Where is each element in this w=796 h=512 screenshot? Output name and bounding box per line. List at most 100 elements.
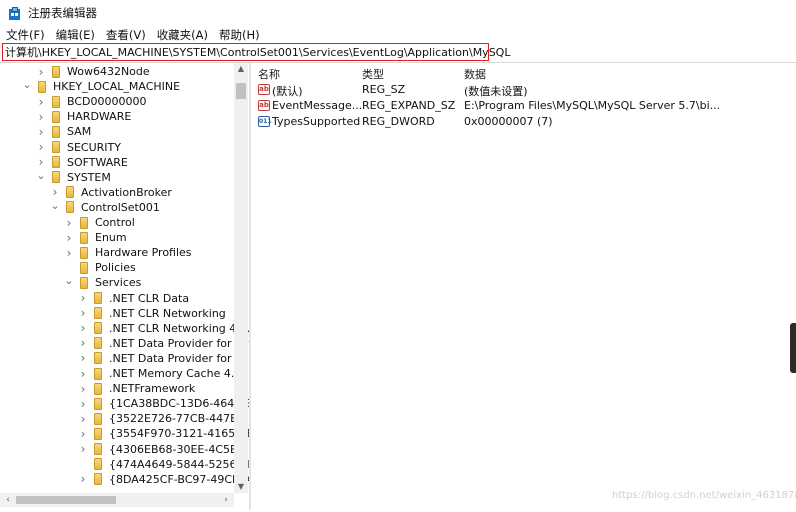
- string-value-icon: ab: [258, 84, 270, 95]
- tree-item-label: HARDWARE: [67, 110, 132, 124]
- value-data: 0x00000007 (7): [464, 115, 553, 128]
- folder-icon: [38, 80, 46, 93]
- tree-item[interactable]: › .NET CLR Networking: [78, 306, 226, 321]
- chevron-right-icon[interactable]: ›: [78, 351, 88, 366]
- tree-item[interactable]: › .NET CLR Networking 4.0.0: [78, 321, 249, 336]
- tree-item-label: Wow6432Node: [67, 65, 150, 78]
- chevron-right-icon[interactable]: ›: [78, 381, 88, 396]
- address-bar[interactable]: 计算机\HKEY_LOCAL_MACHINE\SYSTEM\ControlSet…: [2, 43, 510, 61]
- chevron-right-icon[interactable]: ›: [78, 291, 88, 306]
- chevron-right-icon[interactable]: ›: [36, 109, 46, 124]
- tree-item[interactable]: {474A4649-5844-5256-4B: [78, 457, 249, 472]
- chevron-right-icon[interactable]: ›: [64, 245, 74, 260]
- tree-item[interactable]: › {8DA425CF-BC97-49CB-AC: [78, 472, 249, 487]
- chevron-right-icon[interactable]: ›: [64, 215, 74, 230]
- chevron-right-icon[interactable]: ›: [78, 336, 88, 351]
- menu-edit[interactable]: 编辑(E): [56, 27, 95, 43]
- scroll-thumb[interactable]: [236, 83, 246, 99]
- tree-item[interactable]: › {1CA38BDC-13D6-4645-BI: [78, 396, 249, 411]
- tree-item[interactable]: › .NET Data Provider for Ora: [78, 336, 249, 351]
- tree-item[interactable]: › {3554F970-3121-4165-AE: [78, 426, 249, 441]
- chevron-right-icon[interactable]: ›: [36, 140, 46, 155]
- tree-item[interactable]: › .NET Data Provider for Sql: [78, 351, 249, 366]
- column-header-data[interactable]: 数据: [464, 66, 486, 82]
- folder-icon: [94, 458, 102, 471]
- value-name: TypesSupported: [272, 115, 361, 128]
- tree-item-label: SYSTEM: [67, 170, 111, 184]
- tree-item[interactable]: › .NET CLR Data: [78, 291, 190, 306]
- column-header-name[interactable]: 名称: [258, 66, 280, 82]
- scroll-right-icon[interactable]: ›: [220, 493, 232, 507]
- string-value-icon: ab: [258, 100, 270, 111]
- value-data: (数值未设置): [464, 85, 528, 98]
- tree-vertical-scrollbar[interactable]: ▲ ▼: [234, 63, 248, 493]
- tree-item[interactable]: › Control: [64, 215, 135, 230]
- scroll-left-icon[interactable]: ‹: [2, 493, 14, 507]
- address-path[interactable]: 计算机\HKEY_LOCAL_MACHINE\SYSTEM\ControlSet…: [5, 44, 510, 60]
- key-tree[interactable]: › Wow6432Node ⌄ HKEY_LOCAL_MACHINE › BCD00000…: [0, 63, 249, 508]
- tree-horizontal-scrollbar[interactable]: ‹ ›: [0, 493, 234, 507]
- tree-item[interactable]: Policies: [64, 260, 136, 275]
- tree-item[interactable]: › {3522E726-77CB-447B-9A: [78, 411, 249, 426]
- chevron-down-icon[interactable]: ⌄: [64, 273, 74, 288]
- folder-icon: [52, 171, 60, 184]
- tree-item[interactable]: ⌄ ControlSet001: [50, 198, 159, 215]
- tree-item[interactable]: › {4306EB68-30EE-4C5B-9EE: [78, 442, 249, 457]
- chevron-right-icon[interactable]: ›: [78, 366, 88, 381]
- chevron-right-icon[interactable]: ›: [36, 64, 46, 79]
- tree-item[interactable]: ⌄ SYSTEM: [36, 168, 111, 185]
- tree-item[interactable]: › .NETFramework: [78, 381, 196, 396]
- tree-item[interactable]: ⌄ Services: [64, 273, 141, 290]
- folder-icon: [94, 292, 102, 304]
- chevron-right-icon[interactable]: ›: [78, 396, 88, 411]
- tree-item-label: {8DA425CF-BC97-49CB-AC: [109, 472, 249, 486]
- folder-icon: [52, 156, 60, 169]
- tree-item[interactable]: › BCD00000000: [36, 94, 147, 109]
- tree-item[interactable]: › .NET Memory Cache 4.0: [78, 366, 242, 381]
- tree-item[interactable]: › SOFTWARE: [36, 155, 128, 170]
- value-row[interactable]: 011 TypesSupported REG_DWORD 0x00000007 …: [252, 114, 796, 130]
- tree-item[interactable]: › SECURITY: [36, 140, 121, 155]
- chevron-down-icon[interactable]: ⌄: [50, 198, 60, 213]
- chevron-right-icon[interactable]: ›: [36, 124, 46, 139]
- menu-bar: 文件(F) 编辑(E) 查看(V) 收藏夹(A) 帮助(H): [0, 26, 796, 44]
- chevron-right-icon[interactable]: ›: [78, 426, 88, 441]
- menu-favorites[interactable]: 收藏夹(A): [157, 27, 208, 43]
- folder-icon: [94, 427, 102, 440]
- pane-splitter[interactable]: [249, 63, 251, 510]
- tree-item-label: {3554F970-3121-4165-AE: [109, 427, 249, 441]
- chevron-right-icon[interactable]: ›: [78, 321, 88, 336]
- tree-item[interactable]: › ActivationBroker: [50, 185, 172, 200]
- tree-item[interactable]: › HARDWARE: [36, 109, 132, 124]
- scroll-up-icon[interactable]: ▲: [234, 63, 248, 75]
- chevron-right-icon[interactable]: ›: [64, 230, 74, 245]
- tree-item[interactable]: › Wow6432Node: [36, 64, 150, 79]
- menu-file[interactable]: 文件(F): [6, 27, 45, 43]
- watermark: https://blog.csdn.net/weixin_46318781: [612, 490, 796, 501]
- chevron-right-icon[interactable]: ›: [78, 411, 88, 426]
- chevron-right-icon[interactable]: ›: [36, 94, 46, 109]
- tree-item-label: BCD00000000: [67, 95, 147, 109]
- folder-icon: [94, 397, 102, 410]
- chevron-right-icon[interactable]: ›: [78, 472, 88, 487]
- value-row[interactable]: ab EventMessage... REG_EXPAND_SZ E:\Prog…: [252, 98, 796, 114]
- value-row[interactable]: ab (默认) REG_SZ (数值未设置): [252, 82, 796, 98]
- menu-view[interactable]: 查看(V): [106, 27, 146, 43]
- tree-item-label: SAM: [67, 125, 92, 139]
- chevron-down-icon[interactable]: ⌄: [22, 77, 32, 92]
- chevron-right-icon[interactable]: ›: [78, 306, 88, 321]
- chevron-right-icon[interactable]: ›: [78, 442, 88, 457]
- tree-item[interactable]: › Hardware Profiles: [64, 245, 192, 260]
- scroll-down-icon[interactable]: ▼: [234, 481, 248, 493]
- tree-item[interactable]: ⌄ HKEY_LOCAL_MACHINE: [22, 77, 180, 94]
- column-header-type[interactable]: 类型: [362, 66, 384, 82]
- tree-item-label: .NET CLR Networking 4.0.0: [109, 321, 249, 335]
- value-type: REG_EXPAND_SZ: [362, 99, 456, 112]
- tree-item[interactable]: › Enum: [64, 230, 127, 245]
- scroll-thumb-horizontal[interactable]: [16, 496, 116, 504]
- menu-help[interactable]: 帮助(H): [219, 27, 260, 43]
- chevron-down-icon[interactable]: ⌄: [36, 168, 46, 183]
- folder-icon: [94, 337, 102, 350]
- registry-editor-icon: [9, 6, 22, 20]
- tree-item[interactable]: › SAM: [36, 124, 92, 139]
